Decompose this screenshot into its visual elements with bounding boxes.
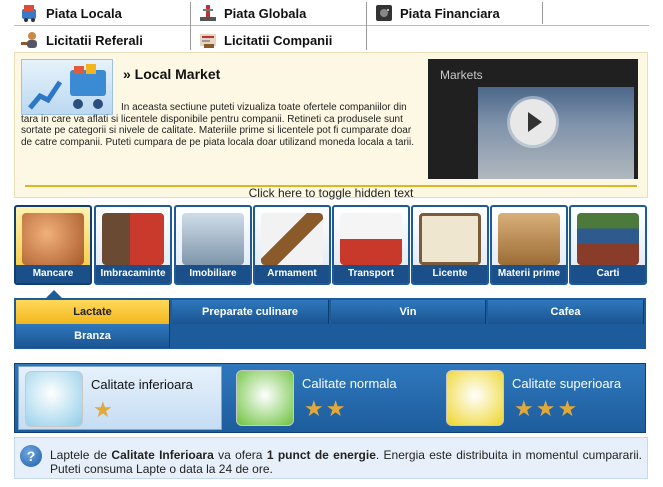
quality-normala[interactable]: Calitate normala ★★ <box>230 366 434 430</box>
milk-glass-icon <box>236 370 294 426</box>
category-imbracaminte[interactable]: Imbracaminte <box>94 205 172 285</box>
subcategory-lactate[interactable]: Lactate <box>16 300 170 324</box>
category-label: Materii prime <box>492 265 566 283</box>
star-rating: ★★ <box>304 396 348 421</box>
auction-company-icon <box>198 30 218 50</box>
airplane-car-icon <box>340 213 402 265</box>
milk-mug-icon <box>25 371 83 427</box>
oil-rig-icon <box>198 3 218 23</box>
nav-licitatii-referali[interactable]: Licitatii Referali <box>20 27 143 53</box>
category-label: Carti <box>571 265 645 283</box>
subcategory-branza[interactable]: Branza <box>16 324 170 348</box>
rifle-icon <box>261 213 323 265</box>
safe-icon <box>374 3 394 23</box>
quality-label: Calitate superioara <box>512 376 622 391</box>
category-imobiliare[interactable]: Imobiliare <box>174 205 252 285</box>
text-part: va ofera <box>213 448 267 462</box>
category-label: Armament <box>255 265 329 283</box>
nav-label: Piata Financiara <box>400 5 500 21</box>
page-title: » Local Market <box>123 66 221 82</box>
house-icon <box>182 213 244 265</box>
category-label: Licente <box>413 265 487 283</box>
market-nav: Piata Locala Piata Globala Piata Financi… <box>14 0 649 52</box>
quality-label: Calitate normala <box>302 376 397 391</box>
quality-inferioara[interactable]: Calitate inferioara ★ <box>18 366 222 430</box>
quality-superioara[interactable]: Calitate superioara ★★★ <box>440 366 644 430</box>
quality-selector: Calitate inferioara ★ Calitate normala ★… <box>14 363 646 433</box>
nav-label: Licitatii Companii <box>224 32 333 48</box>
category-strip: Mancare Imbracaminte Imobiliare Armament… <box>14 205 648 285</box>
local-market-page: Piata Locala Piata Globala Piata Financi… <box>0 0 663 487</box>
nav-piata-globala[interactable]: Piata Globala <box>198 0 306 26</box>
nav-piata-locala[interactable]: Piata Locala <box>20 0 122 26</box>
forklift-boxes-icon <box>498 213 560 265</box>
quality-name: Calitate Inferioara <box>111 448 214 462</box>
markets-video-player[interactable]: Markets <box>428 59 638 179</box>
category-carti[interactable]: Carti <box>569 205 647 285</box>
nav-licitatii-companii[interactable]: Licitatii Companii <box>198 27 332 53</box>
category-materii-prime[interactable]: Materii prime <box>490 205 568 285</box>
auction-user-icon <box>20 30 40 50</box>
nav-piata-financiara[interactable]: Piata Financiara <box>374 0 500 26</box>
video-thumbnail <box>478 87 634 179</box>
category-mancare[interactable]: Mancare <box>14 205 92 285</box>
subcategory-preparate-culinare[interactable]: Preparate culinare <box>172 300 329 324</box>
category-licente[interactable]: Licente <box>411 205 489 285</box>
books-icon <box>577 213 639 265</box>
nav-divider <box>190 2 191 50</box>
food-icon <box>22 213 84 265</box>
nav-label: Piata Globala <box>224 5 307 21</box>
category-label: Mancare <box>16 265 90 283</box>
subcategory-cafea[interactable]: Cafea <box>488 300 644 324</box>
category-label: Imobiliare <box>176 265 250 283</box>
nav-divider <box>542 2 543 24</box>
text-part: Laptele de <box>50 448 112 462</box>
category-label: Imbracaminte <box>96 265 170 283</box>
subcategory-tabs: Lactate Preparate culinare Vin Cafea Bra… <box>14 298 646 349</box>
question-mark-icon: ? <box>20 445 42 467</box>
video-title: Markets <box>440 68 483 82</box>
star-rating: ★ <box>93 397 115 422</box>
text-indent <box>21 109 121 110</box>
market-cart-icon <box>20 3 40 23</box>
certificate-icon <box>419 213 481 265</box>
market-description: In aceasta sectiune puteti vizualiza toa… <box>21 102 416 148</box>
nav-label: Licitatii Referali <box>46 32 143 48</box>
quality-label: Calitate inferioara <box>91 377 193 392</box>
clothing-icon <box>102 213 164 265</box>
play-icon[interactable] <box>510 99 556 145</box>
toggle-hidden-text-link[interactable]: Click here to toggle hidden text <box>14 186 648 200</box>
star-rating: ★★★ <box>514 396 580 421</box>
energy-value: 1 punct de energie <box>266 448 376 462</box>
product-info: ? Laptele de Calitate Inferioara va ofer… <box>14 437 648 479</box>
nav-label: Piata Locala <box>46 5 122 21</box>
category-label: Transport <box>334 265 408 283</box>
milk-jug-icon <box>446 370 504 426</box>
category-transport[interactable]: Transport <box>332 205 410 285</box>
product-description: Laptele de Calitate Inferioara va ofera … <box>50 448 642 476</box>
info-panel: » Local Market In aceasta sectiune putet… <box>14 52 648 198</box>
subcategory-vin[interactable]: Vin <box>331 300 486 324</box>
category-armament[interactable]: Armament <box>253 205 331 285</box>
nav-divider <box>366 2 367 50</box>
